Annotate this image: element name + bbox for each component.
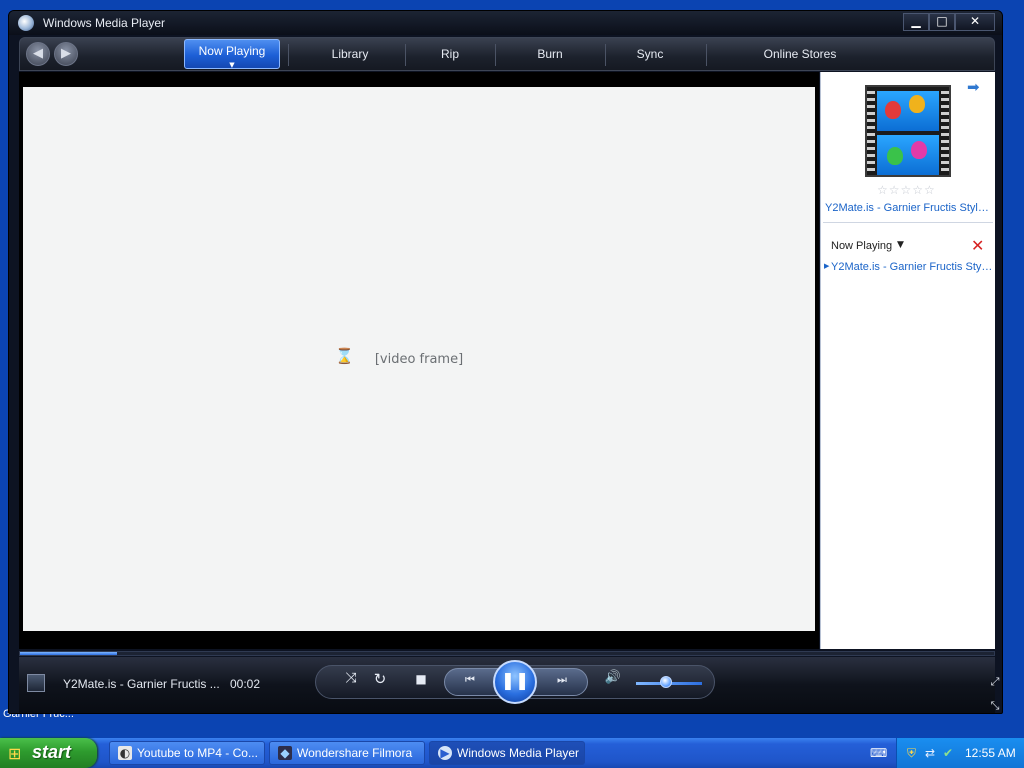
seek-progress [20,652,118,655]
volume-icon[interactable]: 🔊 [603,670,623,690]
album-art[interactable] [865,85,951,177]
stop-icon[interactable]: ■ [413,672,429,688]
elapsed-time: 00:02 [230,677,261,691]
browser-icon: ◐ [118,746,132,760]
wmp-icon: ▶ [438,746,452,760]
next-icon[interactable]: ⏭ [548,673,576,691]
back-arrow-icon[interactable]: ◀ [26,42,50,66]
filmora-icon: ◆ [278,746,292,760]
playlist-item[interactable]: Y2Mate.is - Garnier Fructis Style Cle... [831,261,993,273]
video-frame: [video frame] ⌛ [19,72,819,649]
maximize-button[interactable]: □ [929,13,955,31]
tab-divider [495,44,496,66]
start-label: start [32,742,72,762]
tab-online-stores[interactable]: Online Stores [740,44,860,66]
close-button[interactable]: ✕ [955,13,995,31]
status-title: Y2Mate.is - Garnier Fructis ... [63,677,220,691]
network-icon[interactable]: ⇄ [925,746,935,760]
balloon-icon [911,141,927,159]
taskbar-item-youtube-to-mp4[interactable]: ◐ Youtube to MP4 - Co... [109,741,265,765]
tab-now-playing-label: Now Playing [198,44,266,58]
fullscreen-icon[interactable]: ⤢ [987,675,1002,691]
film-strip-edge [941,87,949,175]
windows-logo-icon: ⊞ [8,744,22,763]
dropdown-caret-icon[interactable]: ▼ [897,240,904,250]
task-label: Windows Media Player [457,746,580,760]
film-strip-edge [867,87,875,175]
wmp-app-icon [18,15,34,31]
clear-list-icon[interactable]: ✕ [971,236,984,255]
now-playing-dropdown[interactable]: Now Playing [831,240,892,252]
security-icon[interactable]: ✔ [943,746,953,760]
shuffle-icon[interactable]: ⤨ [341,670,361,690]
task-label: Wondershare Filmora [297,746,413,760]
taskbar-item-wmp[interactable]: ▶ Windows Media Player [429,741,585,765]
seek-bar[interactable] [19,651,995,656]
previous-icon[interactable]: ⏮ [456,673,484,691]
control-bar: Y2Mate.is - Garnier Fructis ... 00:02 ⤨ … [19,657,999,713]
forward-arrow-icon[interactable]: ▶ [54,42,78,66]
busy-cursor-icon: ⌛ [335,347,354,365]
title-bar[interactable]: Windows Media Player ▁ □ ✕ [9,11,1002,35]
tab-library[interactable]: Library [300,44,400,66]
shield-icon[interactable]: ⛨ [907,746,916,761]
taskbar: ⊞ start ◐ Youtube to MP4 - Co... ◆ Wonders… [0,738,1024,768]
media-title-link[interactable]: Y2Mate.is - Garnier Fructis Style Cle... [825,202,993,214]
compact-mode-icon[interactable]: ⤡ [987,699,1002,713]
taskbar-item-filmora[interactable]: ◆ Wondershare Filmora [269,741,425,765]
window-title: Windows Media Player [43,16,166,30]
mini-thumbnail-icon[interactable] [27,674,45,692]
keyboard-icon[interactable]: ⌨ [870,746,887,760]
system-tray: ⛨ ⇄ ✔ 12:55 AM [896,738,1024,768]
chevron-down-icon: ▼ [229,61,235,69]
repeat-icon[interactable]: ↻ [370,670,390,690]
list-pane: ➡ ☆☆☆☆☆ Y2Mate.is - Garnier Fructis Styl… [820,72,995,649]
divider [823,222,993,223]
pause-button[interactable]: ❚❚ [493,660,537,704]
balloon-icon [909,95,925,113]
playing-indicator-icon: ▶ [824,262,830,270]
tab-divider [288,44,289,66]
nav-bar: ◀ ▶ Now Playing ▼ Library Rip Burn Sync … [19,37,995,71]
start-button[interactable]: ⊞ start [0,738,97,768]
rating-stars[interactable]: ☆☆☆☆☆ [877,183,936,197]
video-placeholder: [video frame] [374,351,464,367]
video-display[interactable]: [video frame] ⌛ [23,87,815,631]
wmp-window: Windows Media Player ▁ □ ✕ ◀ ▶ Now Playi… [8,10,1003,714]
volume-knob[interactable] [659,676,672,688]
tab-divider [605,44,606,66]
film-frame [877,135,939,175]
balloon-icon [885,101,901,119]
minimize-button[interactable]: ▁ [903,13,929,31]
arrow-right-icon[interactable]: ➡ [967,78,980,96]
balloon-icon [887,147,903,165]
tab-rip[interactable]: Rip [410,44,490,66]
film-frame [877,91,939,131]
task-label: Youtube to MP4 - Co... [137,746,258,760]
tab-divider [706,44,707,66]
clock: 12:55 AM [965,746,1016,760]
tab-sync[interactable]: Sync [610,44,690,66]
tab-now-playing[interactable]: Now Playing ▼ [184,39,280,69]
tab-divider [405,44,406,66]
tab-burn[interactable]: Burn [500,44,600,66]
